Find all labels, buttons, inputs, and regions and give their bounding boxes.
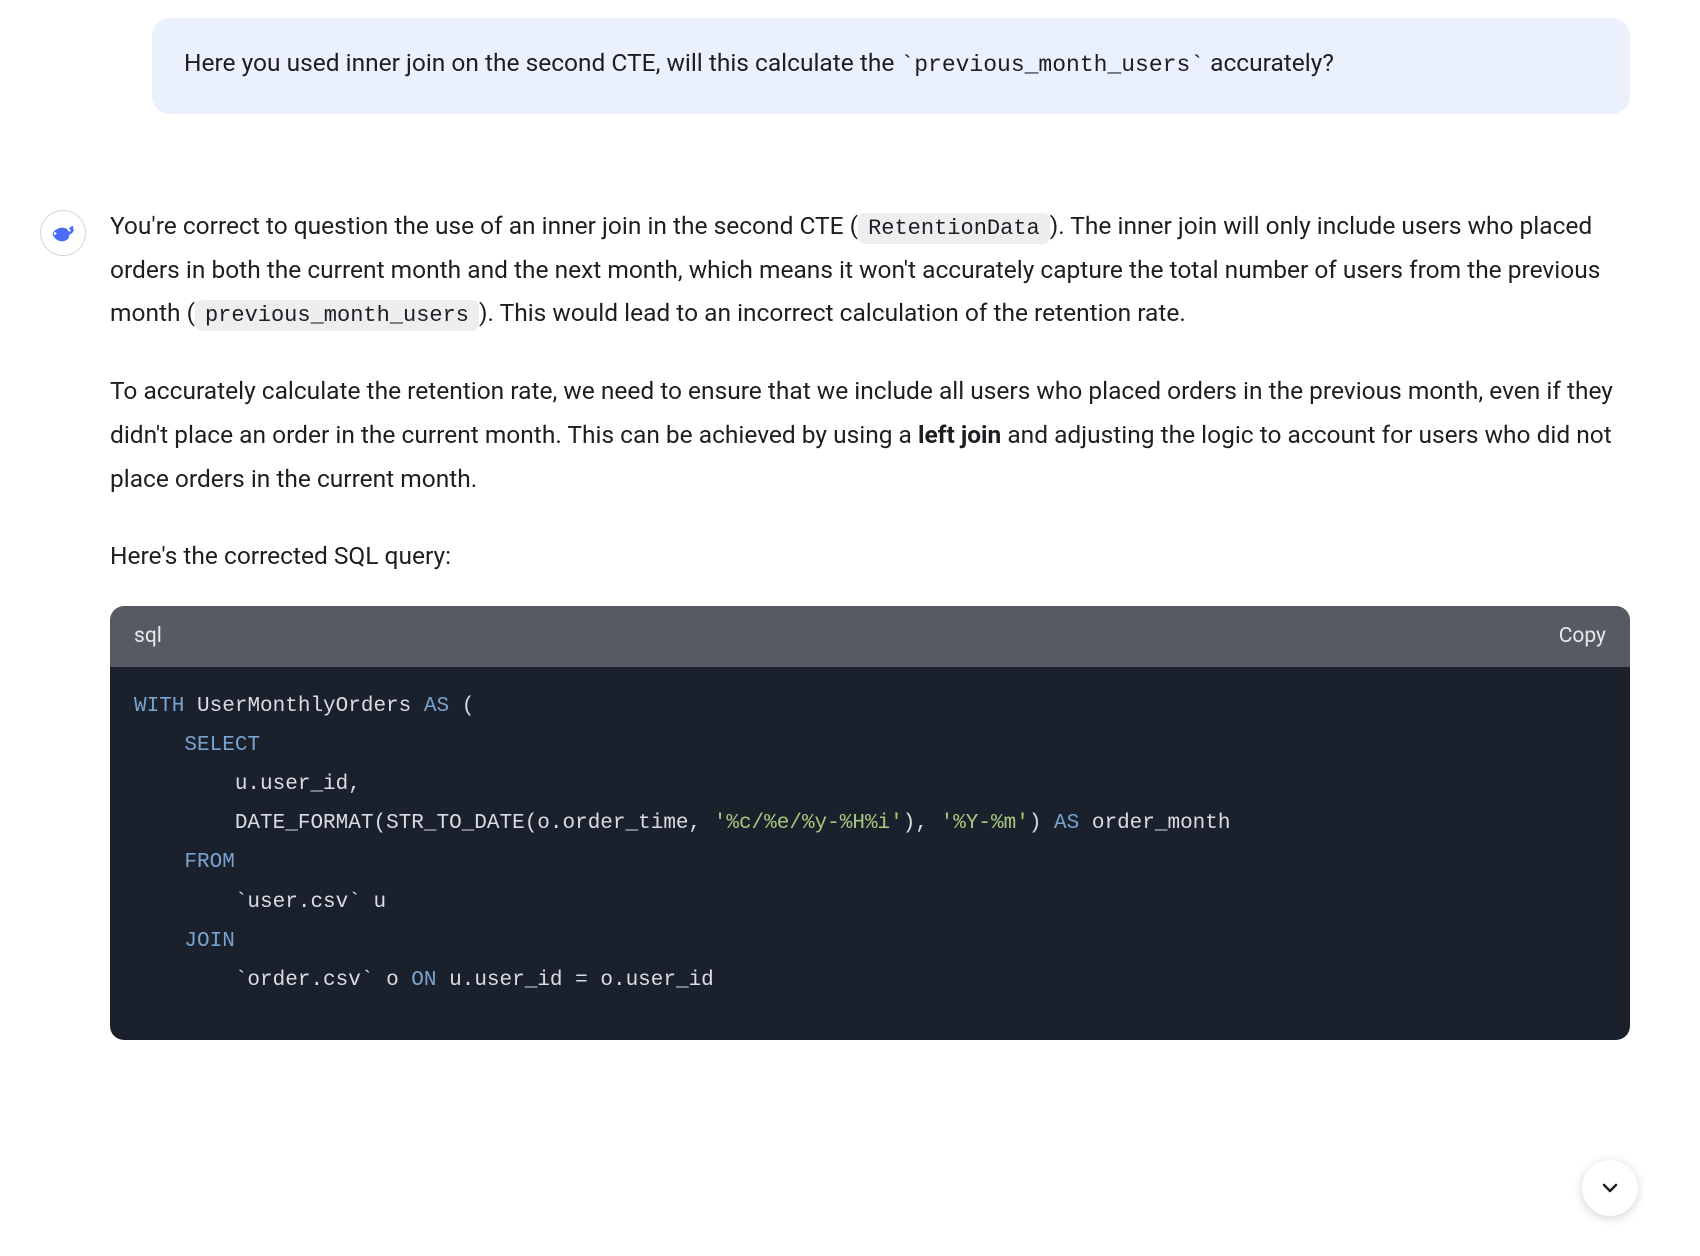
identifier: u.user_id xyxy=(449,969,562,992)
copy-button[interactable]: Copy xyxy=(1559,618,1606,655)
code-language-label: sql xyxy=(134,618,162,655)
identifier: o.order_time, xyxy=(537,812,701,835)
punct: ( xyxy=(462,695,475,718)
code-header: sql Copy xyxy=(110,606,1630,667)
kw-on: ON xyxy=(411,969,436,992)
identifier: o xyxy=(386,969,399,992)
punct: ) xyxy=(1029,812,1042,835)
user-text: Here you used inner join on the second C… xyxy=(184,48,900,77)
code-block: sql Copy WITH UserMonthlyOrders AS ( SEL… xyxy=(110,606,1630,1040)
func: STR_TO_DATE xyxy=(386,812,525,835)
assistant-body: You're correct to question the use of an… xyxy=(110,204,1630,1040)
assistant-paragraph: Here's the corrected SQL query: xyxy=(110,534,1630,578)
avatar xyxy=(40,210,86,256)
kw-join: JOIN xyxy=(184,930,234,953)
bold-text: left join xyxy=(918,420,1001,449)
code-body[interactable]: WITH UserMonthlyOrders AS ( SELECT u.use… xyxy=(110,667,1630,1039)
identifier: o.user_id xyxy=(600,969,713,992)
kw-as: AS xyxy=(1054,812,1079,835)
kw-with: WITH xyxy=(134,695,184,718)
identifier: order_month xyxy=(1092,812,1231,835)
assistant-paragraph: You're correct to question the use of an… xyxy=(110,204,1630,336)
identifier: `order.csv` xyxy=(235,969,374,992)
string: '%Y-%m' xyxy=(941,812,1029,835)
string: '%c/%e/%y-%H%i' xyxy=(714,812,903,835)
user-text-tail: accurately? xyxy=(1204,48,1334,77)
kw-as: AS xyxy=(424,695,449,718)
identifier: u xyxy=(373,891,386,914)
assistant-paragraph: To accurately calculate the retention ra… xyxy=(110,369,1630,500)
inline-code: `previous_month_users` xyxy=(900,52,1204,78)
text: ). This would lead to an incorrect calcu… xyxy=(479,298,1186,327)
whale-icon xyxy=(49,219,77,247)
inline-code: previous_month_users xyxy=(195,300,479,331)
identifier: `user.csv` xyxy=(235,891,361,914)
kw-from: FROM xyxy=(184,851,234,874)
assistant-message: You're correct to question the use of an… xyxy=(40,204,1630,1040)
func: DATE_FORMAT xyxy=(235,812,374,835)
chevron-down-icon xyxy=(1598,1176,1622,1200)
inline-code: RetentionData xyxy=(858,213,1050,244)
text: You're correct to question the use of an… xyxy=(110,211,858,240)
punct: = xyxy=(575,969,588,992)
user-message: Here you used inner join on the second C… xyxy=(152,18,1630,114)
punct: ), xyxy=(903,812,928,835)
kw-select: SELECT xyxy=(184,734,260,757)
identifier: u.user_id, xyxy=(235,773,361,796)
identifier: UserMonthlyOrders xyxy=(197,695,411,718)
scroll-to-bottom-button[interactable] xyxy=(1582,1160,1638,1216)
